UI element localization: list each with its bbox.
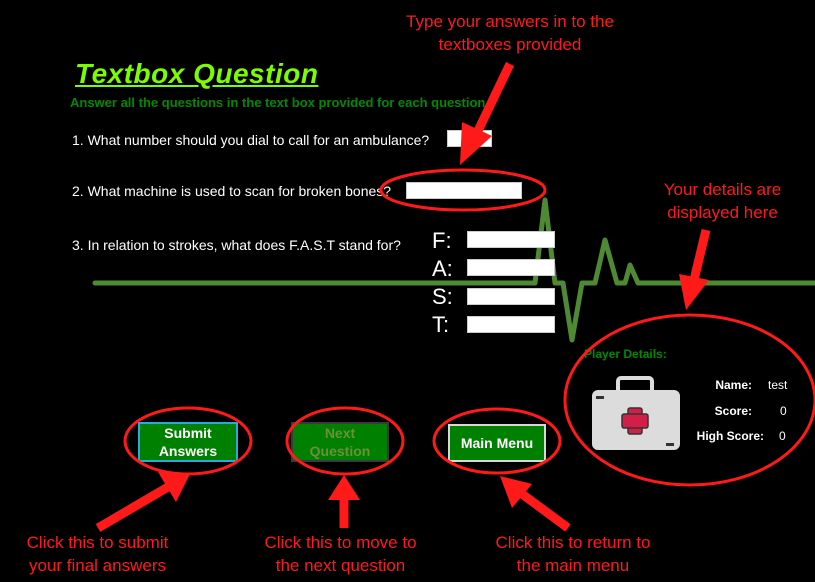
annotation-menu: Click this to return to the main menu (478, 531, 668, 577)
details-highlight-ellipse (563, 313, 815, 487)
annotation-details: Your details are displayed here (625, 178, 815, 224)
arrow-textboxes-shaft (471, 62, 515, 137)
next-highlight-ellipse (285, 406, 405, 476)
annotation-overlay (95, 62, 815, 532)
annotation-submit-line2: your final answers (28, 556, 166, 575)
annotation-menu-line1: Click this to return to (495, 533, 651, 552)
annotation-next: Click this to move to the next question (248, 531, 433, 577)
menu-highlight-ellipse (432, 407, 562, 475)
arrow-next-head (328, 475, 360, 500)
annotation-textboxes-line2: textboxes provided (438, 35, 582, 54)
annotation-submit-line1: Click this to submit (26, 533, 169, 552)
arrow-details-shaft (689, 228, 711, 282)
annotation-details-line1: Your details are (663, 180, 782, 199)
annotation-next-line1: Click this to move to (264, 533, 417, 552)
arrow-submit-shaft (95, 483, 171, 532)
annotation-next-line2: the next question (275, 556, 406, 575)
annotation-details-line2: displayed here (667, 203, 778, 222)
annotation-textboxes-line1: Type your answers in to the (406, 12, 614, 31)
arrow-details-head (679, 274, 709, 310)
submit-highlight-ellipse (123, 406, 253, 476)
arrow-menu-shaft (519, 490, 571, 532)
annotation-textboxes: Type your answers in to the textboxes pr… (380, 10, 640, 56)
annotation-submit: Click this to submit your final answers (5, 531, 190, 577)
textbox-highlight-ellipse (379, 168, 547, 212)
annotation-menu-line2: the main menu (516, 556, 630, 575)
